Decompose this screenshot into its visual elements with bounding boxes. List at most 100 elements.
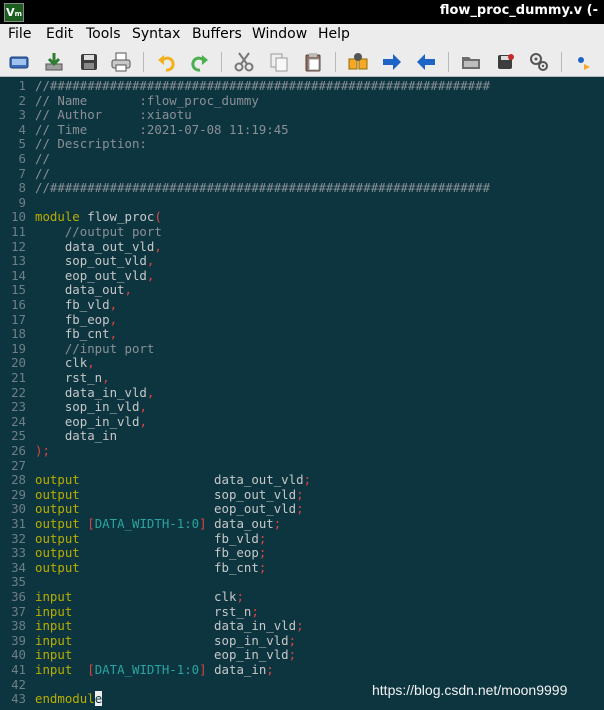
- menu-item-syntax[interactable]: Syntax: [132, 26, 180, 42]
- vim-app-icon[interactable]: Vm: [4, 3, 24, 22]
- code-token: input: [35, 662, 73, 677]
- code-line[interactable]: 40 input eop_in_vld;: [0, 647, 296, 663]
- code-line[interactable]: 14 eop_out_vld,: [0, 268, 154, 284]
- line-code: fb_eop,: [35, 311, 118, 328]
- load-session-icon[interactable]: [460, 51, 482, 73]
- line-code: data_in: [35, 429, 117, 444]
- menu-item-edit[interactable]: Edit: [46, 26, 73, 42]
- code-line[interactable]: 31 output [DATA_WIDTH-1:0] data_out;: [0, 516, 281, 532]
- line-code: output fb_vld;: [35, 531, 266, 547]
- code-line[interactable]: 20 clk,: [0, 356, 95, 371]
- code-token: ]: [199, 662, 207, 677]
- code-line[interactable]: 38 input data_in_vld;: [0, 618, 304, 634]
- code-line[interactable]: 39 input sop_in_vld;: [0, 632, 296, 649]
- code-line[interactable]: 9: [0, 195, 26, 211]
- code-line[interactable]: 7 //: [0, 166, 50, 182]
- line-code: output data_out_vld;: [35, 472, 311, 488]
- code-line[interactable]: 4 // Time :2021-07-08 11:19:45: [0, 122, 289, 138]
- line-code: input rst_n;: [35, 603, 259, 620]
- code-token: ,: [109, 311, 118, 327]
- code-line[interactable]: 35: [0, 575, 26, 590]
- line-code: clk,: [35, 356, 95, 371]
- code-line[interactable]: 27: [0, 458, 26, 474]
- code-line[interactable]: 30 output eop_out_vld;: [0, 502, 304, 517]
- code-line[interactable]: 42: [0, 677, 26, 693]
- code-line[interactable]: 19 //input port: [0, 341, 154, 357]
- line-code: // Description:: [35, 137, 147, 152]
- code-token: data_in_vld: [35, 384, 147, 400]
- find-replace-icon[interactable]: [347, 51, 369, 73]
- code-token: eop_in_vld: [72, 647, 289, 663]
- code-line[interactable]: 23 sop_in_vld,: [0, 399, 147, 415]
- code-line[interactable]: 25 data_in: [0, 429, 117, 444]
- download-save-icon[interactable]: [43, 51, 65, 73]
- code-line[interactable]: 41 input [DATA_WIDTH-1:0] data_in;: [0, 662, 274, 678]
- menu-item-buffers[interactable]: Buffers: [192, 26, 242, 42]
- code-token: ;: [251, 603, 259, 619]
- code-token: ;: [266, 662, 274, 677]
- code-line[interactable]: 37 input rst_n;: [0, 603, 259, 620]
- run-script-icon[interactable]: [528, 51, 550, 73]
- code-line[interactable]: 12 data_out_vld,: [0, 239, 162, 255]
- code-line[interactable]: 10 module flow_proc(: [0, 210, 162, 225]
- code-line[interactable]: 15 data_out,: [0, 283, 132, 298]
- code-line[interactable]: 18 fb_cnt,: [0, 326, 117, 342]
- code-token: fb_eop: [35, 311, 110, 327]
- code-line[interactable]: 43 endmodule: [0, 691, 103, 707]
- forward-arrow-icon[interactable]: [381, 51, 403, 73]
- code-token: flow_proc: [79, 209, 155, 225]
- editor-pane[interactable]: 1 //#####################################…: [0, 77, 604, 710]
- code-line[interactable]: 21 rst_n,: [0, 370, 110, 386]
- code-token: fb_cnt: [35, 326, 110, 342]
- code-line[interactable]: 22 data_in_vld,: [0, 385, 154, 401]
- code-line[interactable]: 24 eop_in_vld,: [0, 414, 147, 430]
- code-line[interactable]: 2 // Name :flow_proc_dummy: [0, 93, 259, 109]
- line-number: 31: [11, 516, 26, 531]
- code-line[interactable]: 29 output sop_out_vld;: [0, 486, 304, 503]
- code-line[interactable]: 16 fb_vld,: [0, 297, 117, 313]
- code-line[interactable]: 1 //#####################################…: [0, 78, 491, 94]
- code-line[interactable]: 8 //#####################################…: [0, 180, 491, 196]
- menu-item-file[interactable]: File: [8, 26, 31, 42]
- print-icon[interactable]: [110, 51, 132, 73]
- line-code: // Name :flow_proc_dummy: [35, 93, 259, 109]
- code-line[interactable]: 34 output fb_cnt;: [0, 560, 266, 576]
- code-line[interactable]: 3 // Author :xiaotu: [0, 107, 192, 123]
- code-line[interactable]: 32 output fb_vld;: [0, 531, 266, 547]
- code-token: ,: [87, 355, 95, 371]
- paste-icon[interactable]: [302, 51, 324, 73]
- line-number: 40: [11, 647, 26, 663]
- line-number: 29: [11, 486, 26, 502]
- save-session-icon[interactable]: [495, 51, 517, 73]
- undo-icon[interactable]: [156, 51, 178, 73]
- code-line[interactable]: 6 //: [0, 151, 50, 167]
- code-line[interactable]: 33 output fb_eop;: [0, 545, 266, 561]
- copy-icon[interactable]: [268, 51, 290, 73]
- code-line[interactable]: 36 input clk;: [0, 589, 244, 605]
- line-number: 39: [11, 632, 26, 648]
- code-token: output: [35, 516, 80, 531]
- line-number: 37: [11, 603, 26, 619]
- tag-jump-icon[interactable]: [574, 51, 596, 73]
- redo-icon[interactable]: [188, 51, 210, 73]
- line-code: //: [35, 151, 50, 167]
- line-number: 13: [11, 253, 26, 269]
- menu-item-tools[interactable]: Tools: [86, 26, 121, 42]
- back-arrow-icon[interactable]: [415, 51, 437, 73]
- code-line[interactable]: 13 sop_out_vld,: [0, 253, 154, 269]
- code-line[interactable]: 17 fb_eop,: [0, 312, 117, 328]
- code-line[interactable]: 26);: [0, 443, 50, 459]
- code-line[interactable]: 11 //output port: [0, 224, 162, 240]
- menu-item-window[interactable]: Window: [252, 26, 307, 42]
- code-line[interactable]: 28 output data_out_vld;: [0, 472, 311, 488]
- code-token: // Author :xiaotu: [35, 107, 192, 123]
- code-token: sop_out_vld: [35, 253, 147, 269]
- open-file-icon[interactable]: [8, 51, 30, 73]
- menu-item-help[interactable]: Help: [318, 26, 350, 42]
- line-number: 26: [11, 443, 26, 458]
- save-icon[interactable]: [78, 51, 100, 73]
- code-token: //: [35, 151, 50, 166]
- code-line[interactable]: 5 // Description:: [0, 137, 147, 152]
- code-token: ,: [139, 413, 147, 429]
- cut-icon[interactable]: [233, 51, 255, 73]
